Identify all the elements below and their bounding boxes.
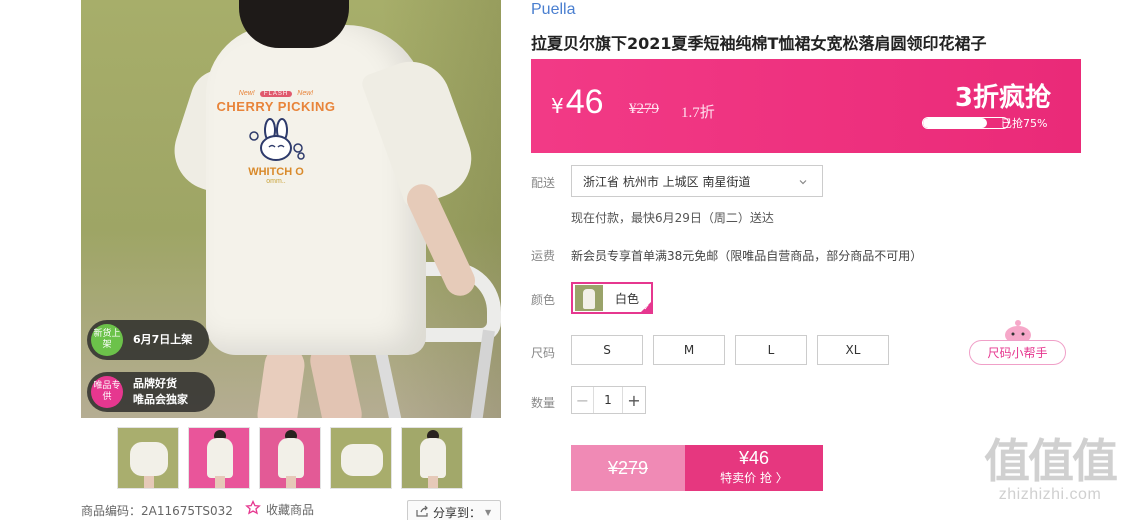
delivery-label: 配送 xyxy=(531,176,556,190)
sale-price: ¥ 46 xyxy=(551,83,604,122)
print-omm-text: omm.. xyxy=(266,178,286,185)
thumbnail-strip xyxy=(117,427,463,489)
freight-info: 新会员专享首单满38元免邮（限唯品自营商品，部分商品不可用） xyxy=(571,249,923,263)
thumbnail[interactable] xyxy=(117,427,179,489)
brand-exclusive-text: 品牌好货 唯品会独家 xyxy=(133,376,188,408)
chevron-down-icon xyxy=(798,176,808,190)
delivery-address-select[interactable]: 浙江省 杭州市 上城区 南星街道 xyxy=(571,165,823,197)
brand-exclusive-badge: 唯品专供 品牌好货 唯品会独家 xyxy=(87,372,215,412)
buy-original-price: ¥279 xyxy=(607,457,649,478)
size-helper-button[interactable]: 尺码小帮手 xyxy=(969,340,1066,365)
brand-exclusive-line2: 唯品会独家 xyxy=(133,393,188,406)
size-option-s[interactable]: S xyxy=(571,335,643,365)
print-new-text: New! xyxy=(238,90,255,97)
print-new-text: New! xyxy=(297,90,314,97)
color-option-label: 白色 xyxy=(615,291,640,306)
freight-label: 运费 xyxy=(531,249,556,263)
currency-symbol: ¥ xyxy=(551,94,564,118)
sale-price-value: 46 xyxy=(565,83,604,121)
caret-down-icon: ▼ xyxy=(485,507,492,517)
flash-sale-price-bar: ¥ 46 ¥279 1.7折 3折疯抢 已抢75% xyxy=(531,59,1081,153)
brand-link[interactable]: Puella xyxy=(531,1,575,19)
thumbnail[interactable] xyxy=(188,427,250,489)
sold-progress-text: 已抢75% xyxy=(1001,117,1048,130)
brand-exclusive-line1: 品牌好货 xyxy=(133,377,177,390)
check-icon: ✓ xyxy=(643,303,650,312)
minus-button[interactable]: − xyxy=(572,387,594,413)
sold-progress-fill xyxy=(923,118,987,128)
delivery-address: 浙江省 杭州市 上城区 南星街道 xyxy=(583,174,751,189)
original-price: ¥279 xyxy=(629,101,659,117)
quantity-stepper: − 1 + xyxy=(571,386,646,414)
favorite-button[interactable]: 收藏商品 xyxy=(245,499,315,519)
thumbnail[interactable] xyxy=(330,427,392,489)
quantity-label: 数量 xyxy=(531,396,556,410)
quantity-input[interactable]: 1 xyxy=(594,387,622,413)
favorite-label: 收藏商品 xyxy=(266,503,315,517)
buy-price: ¥46 xyxy=(738,448,770,468)
size-option-m[interactable]: M xyxy=(653,335,725,365)
sku-info: 商品编码： 2A11675TS032 xyxy=(81,502,233,519)
flash-sale-label: 3折疯抢 xyxy=(954,83,1051,113)
site-watermark: 值值值 zhizhizhi.com xyxy=(975,436,1125,504)
product-title: 拉夏贝尔旗下2021夏季短袖纯棉T恤裙女宽松落肩圆领印花裙子 xyxy=(531,34,987,53)
discount-rate: 1.7折 xyxy=(681,105,715,121)
original-price-block: ¥279 xyxy=(571,445,685,491)
buy-now-button[interactable]: ¥46 特卖价 抢 〉 xyxy=(685,445,823,491)
print-cherry-text: CHERRY PICKING xyxy=(216,99,336,114)
brand-exclusive-circle: 唯品专供 xyxy=(91,376,123,408)
new-arrival-badge: 新货上架 6月7日上架 xyxy=(87,320,209,360)
watermark-url: zhizhizhi.com xyxy=(998,486,1102,503)
sku-label: 商品编码： xyxy=(81,504,142,518)
sold-progress-bar xyxy=(922,117,1009,129)
share-label: 分享到： xyxy=(433,505,482,520)
size-label: 尺码 xyxy=(531,346,556,360)
delivery-eta: 现在付款，最快6月29日（周二）送达 xyxy=(571,211,774,225)
share-icon xyxy=(416,505,429,520)
star-icon xyxy=(245,499,261,519)
dress-print: New! FLASH New! CHERRY PICKING WHITCH O … xyxy=(216,80,336,185)
color-swatch-image xyxy=(575,285,603,311)
size-option-l[interactable]: L xyxy=(735,335,807,365)
buy-label: 特卖价 抢 〉 xyxy=(720,471,788,485)
thumbnail[interactable] xyxy=(259,427,321,489)
print-whitch-text: WHITCH O xyxy=(248,166,304,178)
sku-code: 2A11675TS032 xyxy=(141,503,233,518)
plus-button[interactable]: + xyxy=(622,387,645,413)
thumbnail[interactable] xyxy=(401,427,463,489)
share-dropdown[interactable]: 分享到： ▼ xyxy=(407,500,501,520)
bunny-graphic xyxy=(246,118,306,164)
size-option-xl[interactable]: XL xyxy=(817,335,889,365)
new-arrival-date: 6月7日上架 xyxy=(133,333,193,346)
new-arrival-circle: 新货上架 xyxy=(91,324,123,356)
watermark-logo: 值值值 xyxy=(984,434,1118,488)
color-option-white[interactable]: 白色 ✓ xyxy=(571,282,653,314)
color-label: 颜色 xyxy=(531,293,556,307)
print-flash-tag: FLASH xyxy=(259,91,293,97)
